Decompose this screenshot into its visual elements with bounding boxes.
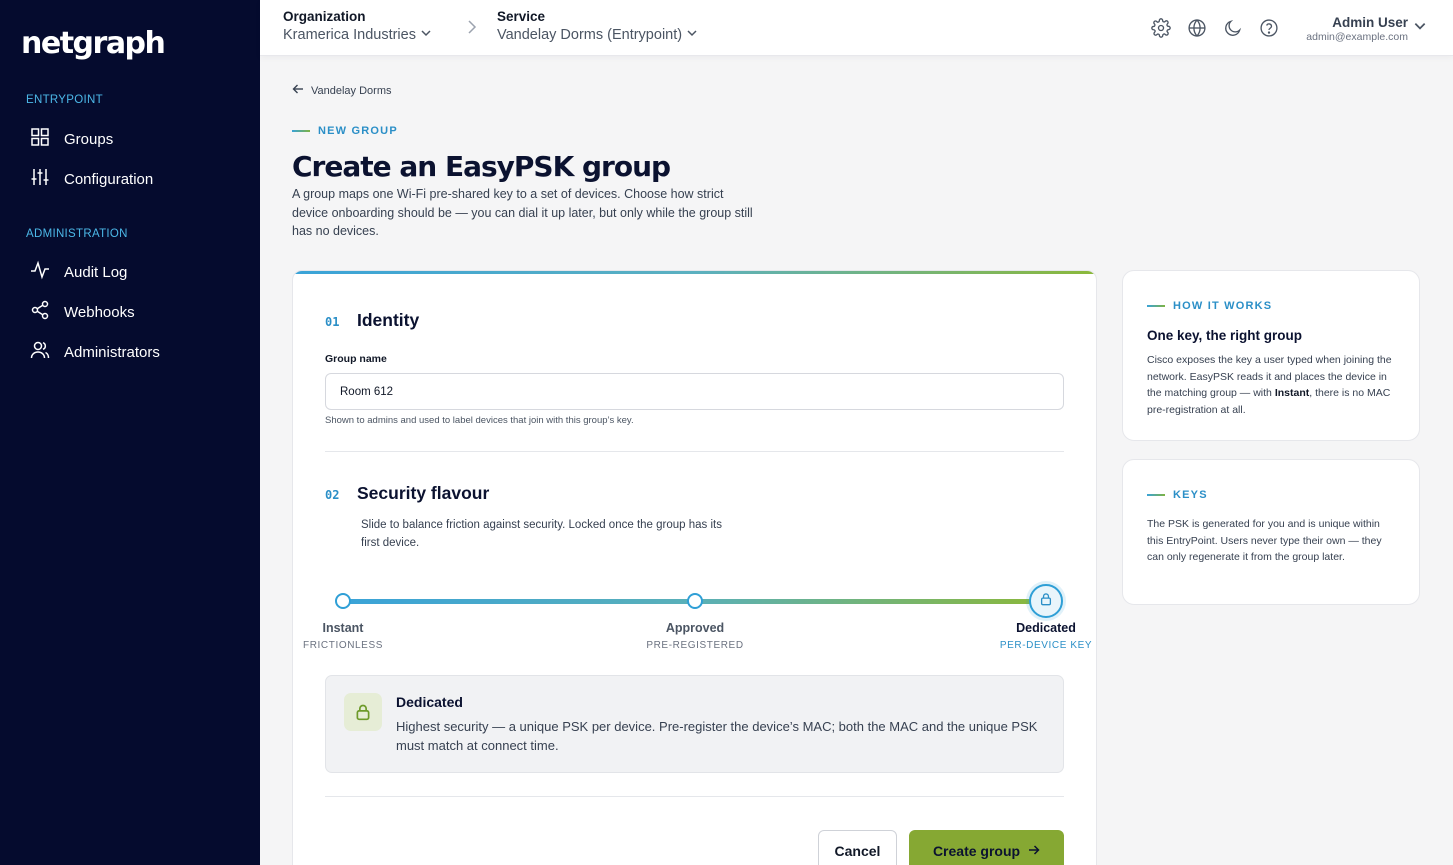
- gear-icon[interactable]: [1150, 17, 1172, 39]
- sidebar-item-webhooks[interactable]: Webhooks: [30, 297, 135, 327]
- side-eyebrow: HOW IT WORKS: [1147, 300, 1272, 312]
- create-group-label: Create group: [932, 843, 1021, 859]
- org-label: Organization: [283, 9, 366, 24]
- activity-icon: [30, 260, 50, 284]
- user-menu[interactable]: Admin User admin@example.com: [1288, 15, 1408, 43]
- top-icons: [1150, 17, 1280, 39]
- step-title-security: Security flavour: [357, 483, 490, 503]
- slider-stop-instant[interactable]: [335, 593, 351, 609]
- org-selector[interactable]: Organization Kramerica Industries: [283, 9, 432, 43]
- service-label: Service: [497, 9, 546, 24]
- chevron-down-icon[interactable]: [1413, 19, 1427, 38]
- level-name: Approved: [665, 621, 725, 635]
- create-group-button[interactable]: Create group: [909, 830, 1064, 865]
- level-info-box: Dedicated Highest security — a unique PS…: [325, 675, 1064, 773]
- level-instant[interactable]: Instant FRICTIONLESS: [293, 621, 413, 651]
- back-link[interactable]: Vandelay Dorms: [292, 83, 392, 98]
- create-group-form: 01 Identity Group name Shown to admins a…: [292, 270, 1097, 865]
- chevron-down-icon: [686, 27, 698, 43]
- sidebar-item-groups[interactable]: Groups: [30, 124, 113, 154]
- how-it-works-text: Cisco exposes the key a user typed when …: [1147, 352, 1399, 418]
- how-it-works-card: HOW IT WORKS One key, the right group Ci…: [1122, 270, 1420, 441]
- level-approved[interactable]: Approved PRE-REGISTERED: [625, 621, 765, 651]
- step-title-identity: Identity: [357, 310, 420, 330]
- service-dropdown[interactable]: Vandelay Dorms (Entrypoint): [497, 27, 698, 43]
- sidebar-item-label: Groups: [64, 130, 114, 148]
- slider-handle[interactable]: [1029, 584, 1063, 618]
- sidebar-item-label: Audit Log: [64, 263, 128, 281]
- moon-icon[interactable]: [1222, 17, 1244, 39]
- back-label: Vandelay Dorms: [311, 84, 392, 97]
- step-number: 02: [325, 488, 340, 502]
- sidebar-item-label: Administrators: [64, 343, 160, 361]
- level-name: Dedicated: [1016, 621, 1076, 635]
- chevron-down-icon: [420, 27, 432, 43]
- service-value: Vandelay Dorms (Entrypoint): [497, 27, 683, 43]
- divider: [325, 451, 1064, 452]
- grid-icon: [30, 127, 50, 151]
- eyebrow-text: KEYS: [1173, 489, 1208, 501]
- keys-card: KEYS The PSK is generated for you and is…: [1122, 459, 1420, 605]
- page-title: Create an EasyPSK group: [292, 150, 671, 183]
- page-eyebrow: NEW GROUP: [292, 125, 398, 137]
- level-dedicated[interactable]: Dedicated PER-DEVICE KEY: [976, 621, 1096, 651]
- users-icon: [30, 340, 50, 364]
- sidebar-item-configuration[interactable]: Configuration: [30, 164, 153, 194]
- step-number: 01: [325, 315, 340, 329]
- cancel-button[interactable]: Cancel: [818, 830, 897, 865]
- org-dropdown[interactable]: Kramerica Industries: [283, 27, 432, 43]
- globe-icon[interactable]: [1186, 17, 1208, 39]
- sidebar-item-label: Webhooks: [64, 303, 135, 321]
- group-name-label: Group name: [325, 353, 387, 365]
- eyebrow-dash: [292, 130, 310, 132]
- topbar: Organization Kramerica Industries Servic…: [260, 0, 1453, 56]
- chevron-right-icon: [467, 20, 477, 39]
- logo[interactable]: netgraph: [21, 26, 166, 61]
- nav-section-administration: ADMINISTRATION: [26, 228, 128, 240]
- divider: [325, 796, 1064, 797]
- arrow-left-icon: [292, 83, 304, 98]
- side-eyebrow: KEYS: [1147, 489, 1208, 501]
- sidebar-item-label: Configuration: [64, 170, 154, 188]
- level-name: Instant: [322, 621, 364, 635]
- page-description: A group maps one Wi-Fi pre-shared key to…: [292, 187, 753, 238]
- sidebar: netgraph ENTRYPOINT Groups Configuration…: [0, 0, 260, 865]
- lock-icon: [344, 693, 382, 731]
- user-name: Admin User: [1332, 15, 1408, 30]
- info-text: Highest security — a unique PSK per devi…: [396, 719, 1038, 753]
- arrow-right-icon: [1028, 843, 1040, 859]
- security-description: Slide to balance friction against securi…: [361, 519, 722, 549]
- service-selector[interactable]: Service Vandelay Dorms (Entrypoint): [497, 9, 698, 43]
- user-email: admin@example.com: [1306, 31, 1408, 43]
- group-name-input[interactable]: [325, 373, 1064, 410]
- level-sub: PER-DEVICE KEY: [999, 640, 1093, 651]
- eyebrow-text: NEW GROUP: [318, 125, 398, 137]
- sliders-icon: [30, 167, 50, 191]
- how-it-works-title: One key, the right group: [1147, 328, 1303, 343]
- lock-icon: [1039, 592, 1053, 611]
- card-accent-bar: [293, 271, 1096, 274]
- level-sub: PRE-REGISTERED: [646, 640, 744, 651]
- level-sub: FRICTIONLESS: [303, 640, 383, 651]
- share-icon: [30, 300, 50, 324]
- eyebrow-dash: [1147, 305, 1165, 307]
- info-title: Dedicated: [396, 694, 463, 710]
- nav-section-entrypoint: ENTRYPOINT: [26, 94, 103, 106]
- keys-text: The PSK is generated for you and is uniq…: [1147, 518, 1382, 563]
- sidebar-item-audit-log[interactable]: Audit Log: [30, 257, 127, 287]
- sidebar-item-administrators[interactable]: Administrators: [30, 337, 160, 367]
- eyebrow-dash: [1147, 494, 1165, 496]
- eyebrow-text: HOW IT WORKS: [1173, 300, 1273, 312]
- help-icon[interactable]: [1258, 17, 1280, 39]
- org-value: Kramerica Industries: [283, 27, 416, 43]
- how-text-bold: Instant: [1274, 387, 1310, 399]
- group-name-help: Shown to admins and used to label device…: [325, 415, 634, 426]
- slider-stop-approved[interactable]: [687, 593, 703, 609]
